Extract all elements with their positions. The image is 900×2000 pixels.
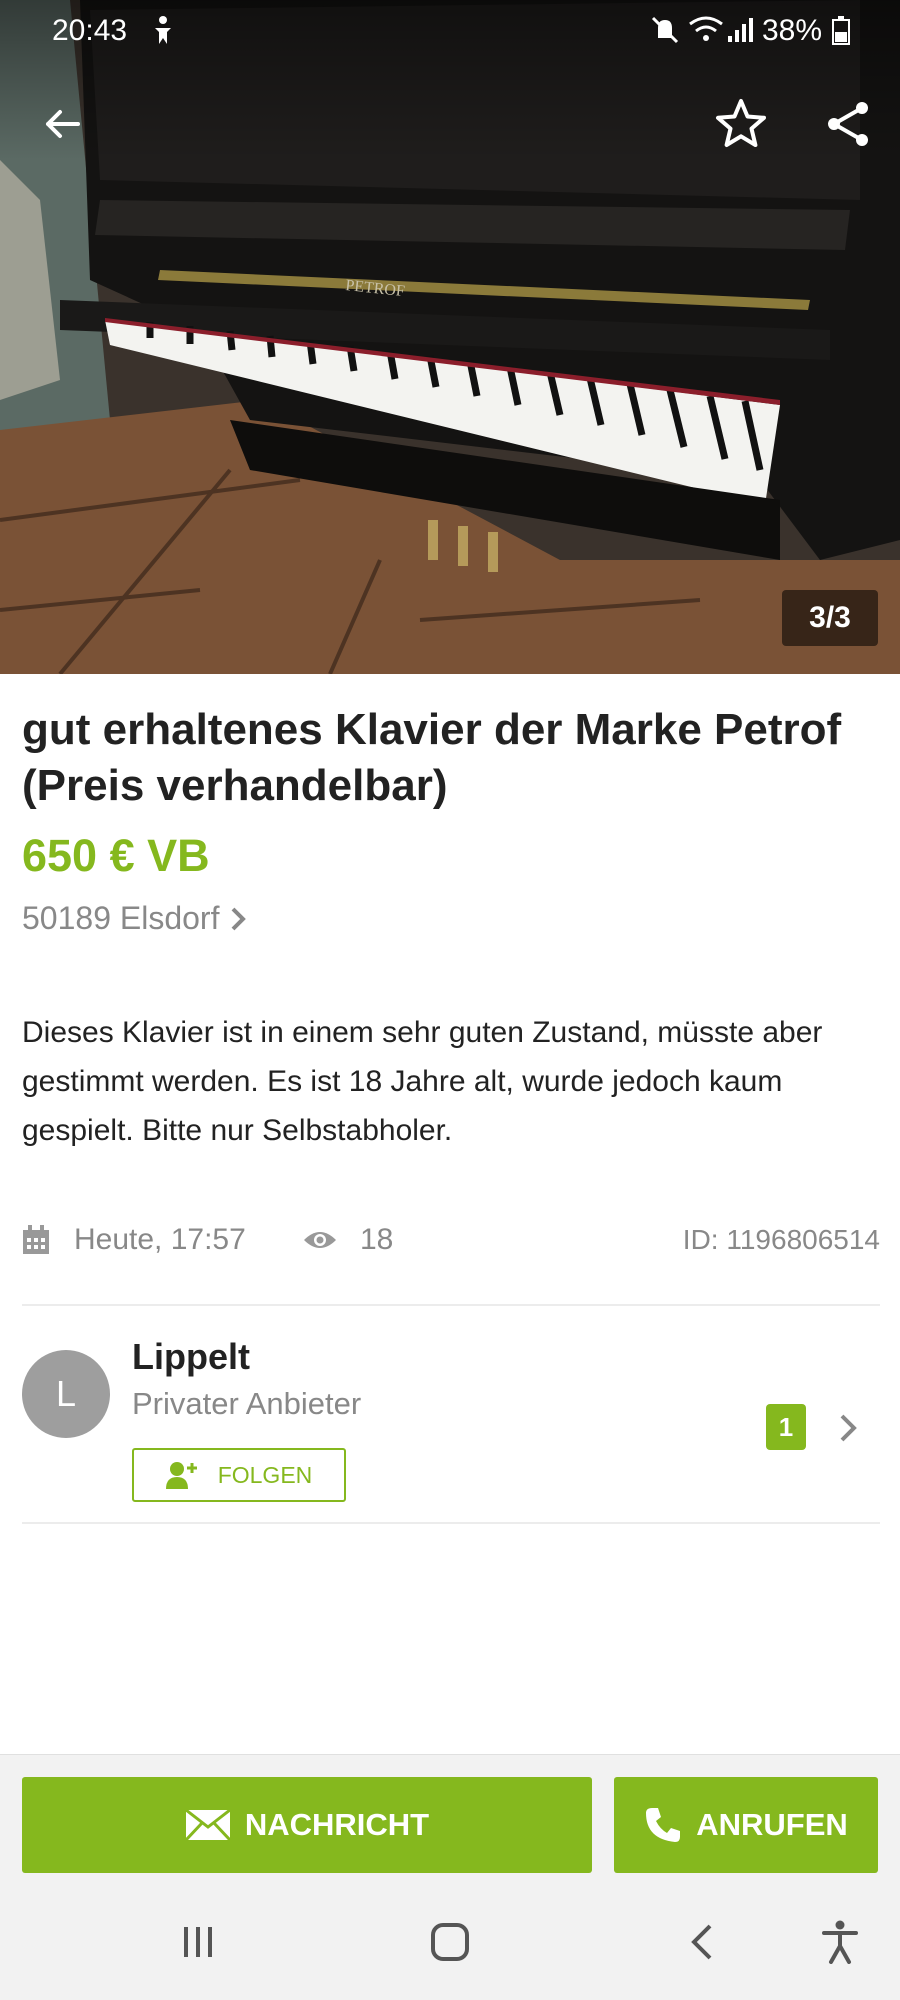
back-icon [691,1924,712,1960]
seller-name: Lippelt [132,1336,250,1377]
posted-date: Heute, 17:57 [22,1218,246,1262]
listing-location-link[interactable]: 50189 Elsdorf [22,900,247,937]
message-button-label: NACHRICHT [244,1807,430,1842]
listing-title: gut erhaltenes Klavier der Marke Petrof … [22,705,842,810]
listing-image[interactable]: PETROF 20:43 38% 3/3 [0,0,900,674]
nav-back-button[interactable] [662,1902,742,1982]
star-outline-icon [716,99,766,147]
listing-id: ID: 1196806514 [682,1224,880,1255]
follow-button-label: FOLGEN [217,1461,313,1488]
chevron-right-icon [840,1414,857,1442]
call-button-label: ANRUFEN [696,1807,848,1842]
view-count-text: 18 [360,1223,394,1256]
battery-icon [832,14,850,54]
divider [22,1304,880,1306]
wifi-icon [688,14,724,54]
view-count: 18 [302,1218,393,1262]
battery-percent: 38% [762,14,823,47]
seller-card[interactable]: L Lippelt Privater Anbieter FOLGEN 1 [22,1328,880,1518]
divider [22,1522,880,1524]
envelope-icon [184,1809,231,1841]
avatar: L [22,1350,110,1438]
seller-type: Privater Anbieter [132,1386,362,1421]
listing-description: Dieses Klavier ist in einem sehr guten Z… [22,1016,823,1147]
signal-icon [726,14,756,54]
listing-price: 650 € VB [22,830,210,881]
recents-button[interactable] [158,1902,238,1982]
contact-action-bar: NACHRICHT ANRUFEN [0,1754,900,1874]
call-button[interactable]: ANRUFEN [614,1777,878,1873]
seller-profile-chevron[interactable] [828,1406,868,1450]
home-button[interactable] [410,1902,490,1982]
seller-ads-count-badge: 1 [766,1404,806,1450]
mute-icon [650,14,680,54]
listing-meta: Heute, 17:57 18 ID: 1196806514 [22,1218,880,1262]
image-counter: 3/3 [782,590,878,646]
back-button[interactable] [22,84,102,164]
system-navigation-bar [0,1874,900,2000]
back-arrow-icon [46,110,80,138]
calendar-icon [23,1225,49,1254]
phone-icon [646,1808,681,1842]
favorite-button[interactable] [701,84,781,164]
status-bar: 20:43 38% [0,0,900,64]
posted-date-text: Heute, 17:57 [74,1223,246,1256]
accessibility-icon [822,1920,858,1964]
message-button[interactable]: NACHRICHT [22,1777,592,1873]
add-person-icon [165,1462,197,1489]
share-button[interactable] [808,84,888,164]
accessibility-icon [150,14,176,54]
status-time: 20:43 [52,14,128,47]
location-text: 50189 Elsdorf [22,900,220,936]
chevron-right-icon [232,907,247,930]
follow-button[interactable]: FOLGEN [132,1448,346,1502]
recents-icon [184,1927,212,1957]
accessibility-button[interactable] [800,1902,880,1982]
home-icon [431,1923,469,1961]
eye-icon [304,1232,336,1248]
share-icon [828,102,868,146]
